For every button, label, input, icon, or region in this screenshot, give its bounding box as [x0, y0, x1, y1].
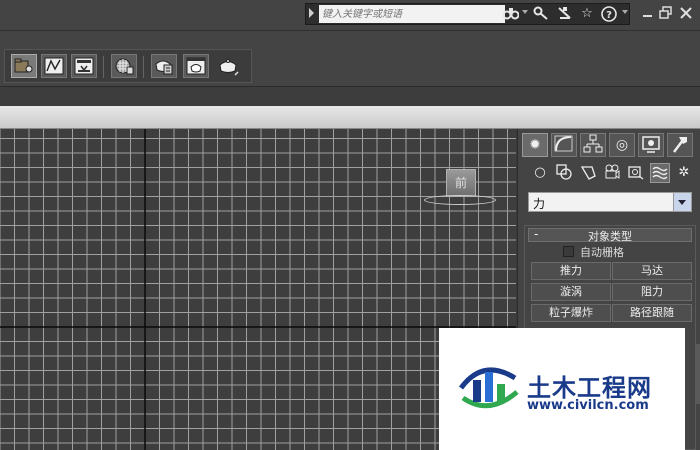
- render-setup-button[interactable]: [151, 54, 177, 78]
- display-tab[interactable]: [638, 133, 664, 157]
- star-icon[interactable]: ☆: [578, 6, 596, 22]
- autogrid-label: 自动栅格: [580, 246, 624, 259]
- rollout-title: 对象类型: [588, 230, 632, 243]
- ribbon-strip: [0, 86, 700, 107]
- rendered-frame-window-icon: [186, 57, 206, 75]
- cameras-icon[interactable]: [602, 163, 622, 183]
- viewport-header-strip: [0, 106, 700, 129]
- curve-editor-icon: [44, 57, 64, 75]
- toolbar-separator: [143, 56, 144, 78]
- material-editor-icon: [115, 58, 134, 75]
- viewcube-compass-ring[interactable]: [424, 195, 496, 205]
- minimize-icon[interactable]: [640, 4, 656, 22]
- title-bar: ☆ ?: [0, 0, 700, 30]
- path-follow-button[interactable]: 路径跟随: [612, 304, 692, 322]
- watermark: 土木工程网 www.civilcn.com: [439, 328, 685, 450]
- scene-explorer-button[interactable]: [11, 54, 37, 78]
- satellite-icon[interactable]: [556, 6, 574, 22]
- space-warps-icon[interactable]: [650, 163, 670, 183]
- drag-button[interactable]: 阻力: [612, 283, 692, 301]
- render-setup-icon: [155, 60, 173, 75]
- push-button[interactable]: 推力: [531, 262, 611, 280]
- binoculars-icon[interactable]: [502, 6, 520, 22]
- render-production-button[interactable]: [215, 54, 241, 78]
- viewcube-face-label: 前: [454, 176, 467, 190]
- utilities-icon: [673, 137, 687, 153]
- main-toolbar: [0, 30, 700, 87]
- motor-button[interactable]: 马达: [612, 262, 692, 280]
- chevron-down-icon[interactable]: [673, 193, 691, 211]
- help-dropdown-icon[interactable]: [622, 10, 628, 14]
- search-input[interactable]: [319, 5, 505, 23]
- create-tab[interactable]: ✹: [522, 133, 548, 157]
- close-icon[interactable]: [678, 4, 694, 22]
- material-editor-button[interactable]: [111, 54, 137, 78]
- curve-editor-button[interactable]: [41, 54, 67, 78]
- rendered-frame-window-button[interactable]: [183, 54, 209, 78]
- civilcn-logo-icon: [459, 367, 519, 409]
- shapes-icon[interactable]: [554, 163, 574, 183]
- hierarchy-tab[interactable]: [580, 133, 606, 157]
- schematic-view-icon: [74, 57, 94, 75]
- lights-icon[interactable]: [578, 163, 598, 183]
- hierarchy-icon: [583, 134, 603, 153]
- scene-explorer-icon: [14, 58, 33, 73]
- helpers-icon[interactable]: [626, 163, 646, 183]
- category-dropdown[interactable]: 力: [528, 192, 692, 212]
- restore-icon[interactable]: [658, 4, 674, 22]
- help-icon[interactable]: ?: [600, 6, 618, 22]
- help-glyph: ?: [606, 10, 612, 21]
- rollout-header[interactable]: - 对象类型: [528, 227, 692, 243]
- geometry-icon[interactable]: ○: [530, 163, 550, 183]
- watermark-url: www.civilcn.com: [527, 398, 649, 413]
- toolbar-separator: [103, 56, 104, 78]
- display-icon: [642, 136, 660, 153]
- pbomb-button[interactable]: 粒子爆炸: [531, 304, 611, 322]
- utilities-tab[interactable]: [667, 133, 693, 157]
- modify-icon: [554, 135, 573, 152]
- window-controls: [640, 4, 698, 24]
- create-icon: ✹: [529, 137, 541, 153]
- motion-tab[interactable]: ◎: [609, 133, 635, 157]
- command-panel-scrollbar[interactable]: [695, 344, 700, 404]
- key-icon[interactable]: [532, 6, 550, 22]
- schematic-view-button[interactable]: [71, 54, 97, 78]
- vortex-button[interactable]: 漩涡: [531, 283, 611, 301]
- binoculars-dropdown-icon[interactable]: [522, 10, 528, 14]
- systems-icon[interactable]: ✲: [674, 163, 694, 183]
- motion-icon: ◎: [615, 137, 629, 153]
- autogrid-checkbox[interactable]: [563, 246, 574, 257]
- modify-tab[interactable]: [551, 133, 577, 157]
- search-expand-icon[interactable]: [309, 8, 314, 18]
- infocenter-search: ☆ ?: [305, 3, 630, 25]
- rendering-toolbar: [4, 49, 252, 83]
- viewcube-icon[interactable]: 前: [446, 169, 476, 197]
- render-production-icon: [219, 59, 239, 76]
- category-dropdown-value: 力: [533, 197, 546, 211]
